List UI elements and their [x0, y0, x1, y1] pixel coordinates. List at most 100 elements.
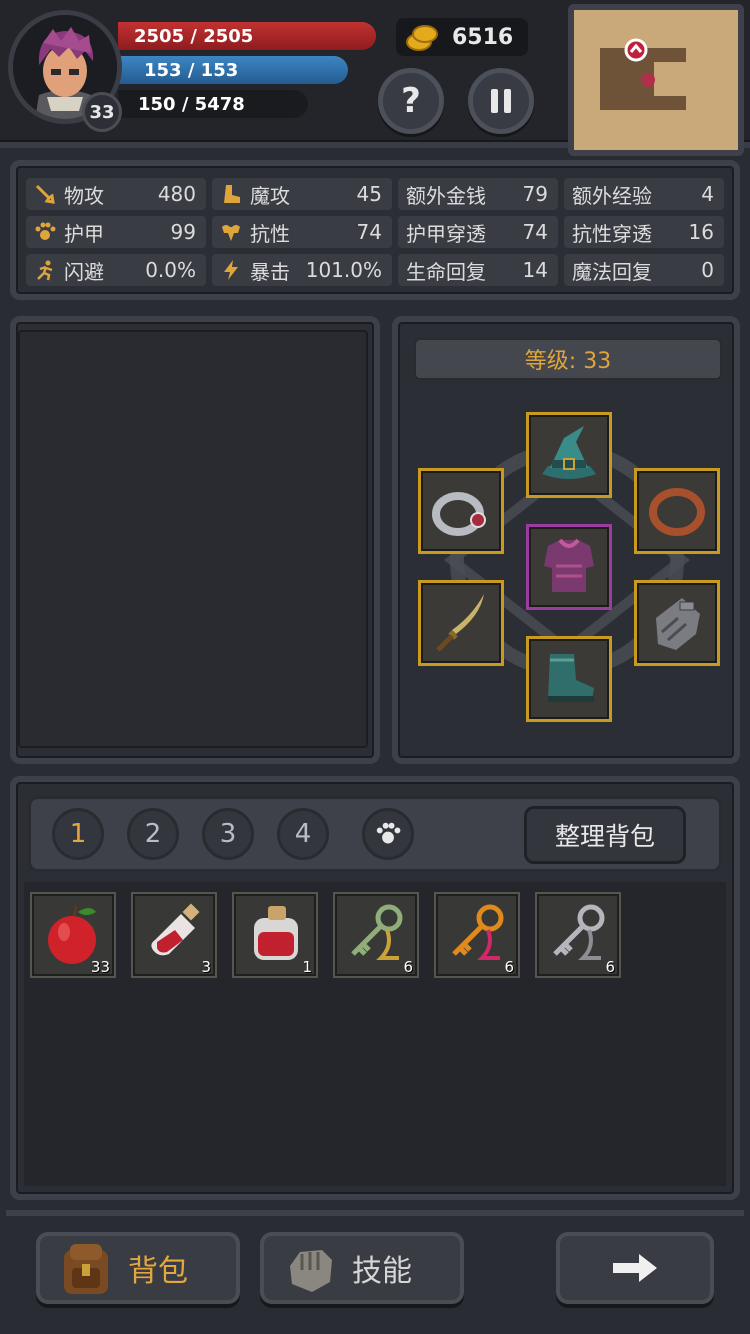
equipment-level-label: 等级: 33 — [414, 338, 722, 380]
stat-value: 45 — [356, 182, 382, 206]
lightning-icon — [224, 260, 238, 280]
backpack-icon — [64, 1244, 108, 1294]
copper-ring-icon — [649, 488, 705, 536]
stat-value: 74 — [522, 220, 548, 244]
bag-pet-tab-button[interactable] — [362, 808, 414, 860]
stat-value: 99 — [170, 220, 196, 244]
bag-button[interactable]: 背包 — [36, 1232, 240, 1304]
equip-slot-boots[interactable] — [526, 636, 612, 722]
fist-icon — [290, 1250, 332, 1292]
item-count: 6 — [504, 958, 514, 976]
potion-large-icon — [254, 906, 298, 960]
inventory-slot[interactable]: 6 — [535, 892, 621, 978]
page-label: 2 — [144, 819, 162, 849]
green-key-icon — [351, 904, 403, 960]
stat-label: 护甲穿透 — [406, 221, 486, 246]
equip-slot-chest[interactable] — [526, 524, 612, 610]
orange-key-icon — [452, 904, 504, 960]
skill-button-label: 技能 — [352, 1254, 412, 1289]
stat-physical-attack: 物攻 480 — [26, 178, 206, 210]
stat-mp-regen: 魔法回复 0 — [564, 254, 724, 286]
item-count: 3 — [201, 958, 211, 976]
paw-icon — [376, 822, 401, 844]
stat-crit: 暴击 101.0% — [212, 254, 392, 286]
item-count: 1 — [302, 958, 312, 976]
potion-small-icon — [151, 903, 200, 956]
sort-bag-button[interactable]: 整理背包 — [524, 806, 686, 864]
player-level-badge: 33 — [82, 92, 122, 132]
gold-coin-icon — [406, 25, 438, 51]
mp-text: 153 / 153 — [144, 59, 239, 81]
stat-value: 74 — [356, 220, 382, 244]
xp-bar: 150 / 5478 — [118, 90, 308, 118]
arrow-right-icon — [613, 1254, 657, 1282]
stat-magic-attack: 魔攻 45 — [212, 178, 392, 210]
equip-slot-weapon[interactable] — [418, 580, 504, 666]
boots-icon — [548, 654, 594, 702]
wizard-hat-icon — [542, 426, 596, 479]
pause-icon — [491, 89, 511, 113]
gauntlet-icon — [656, 598, 700, 650]
stat-hp-regen: 生命回复 14 — [398, 254, 558, 286]
stat-value: 79 — [522, 182, 548, 206]
stat-value: 101.0% — [305, 258, 382, 282]
stat-value: 4 — [701, 182, 714, 206]
stat-value: 16 — [688, 220, 714, 244]
page-label: 3 — [219, 819, 237, 849]
stat-resist-penetration: 抗性穿透 16 — [564, 216, 724, 248]
stat-armor-penetration: 护甲穿透 74 — [398, 216, 558, 248]
item-count: 6 — [403, 958, 413, 976]
silver-key-icon — [553, 904, 605, 960]
next-button[interactable] — [556, 1232, 714, 1304]
stat-value: 480 — [157, 182, 196, 206]
stat-label: 闪避 — [64, 259, 104, 284]
bag-page-1-button[interactable]: 1 — [52, 808, 104, 860]
page-label: 1 — [69, 819, 87, 849]
minimap-rooms-icon — [574, 10, 738, 150]
inventory-slot[interactable]: 6 — [333, 892, 419, 978]
stat-value: 0 — [701, 258, 714, 282]
stat-label: 暴击 — [250, 259, 290, 284]
magic-boot-icon — [224, 185, 240, 203]
character-preview-area — [18, 330, 368, 748]
page-label: 4 — [294, 819, 312, 849]
player-location-marker — [624, 38, 648, 62]
inventory-slot[interactable]: 3 — [131, 892, 217, 978]
equip-slot-ring-left[interactable] — [418, 468, 504, 554]
inventory-slot[interactable]: 1 — [232, 892, 318, 978]
stat-value: 0.0% — [145, 258, 196, 282]
stat-label: 抗性穿透 — [572, 221, 652, 246]
hp-text: 2505 / 2505 — [134, 25, 254, 47]
inventory-slot[interactable]: 6 — [434, 892, 520, 978]
stat-label: 魔攻 — [250, 183, 290, 208]
stat-label: 护甲 — [64, 221, 104, 246]
pause-button[interactable] — [468, 68, 534, 134]
minimap[interactable] — [568, 4, 744, 156]
equip-slot-gloves[interactable] — [634, 580, 720, 666]
help-label: ? — [401, 81, 421, 121]
xp-text: 150 / 5478 — [138, 93, 245, 115]
stat-label: 额外经验 — [572, 183, 652, 208]
mp-bar: 153 / 153 — [118, 56, 348, 84]
gold-counter: 6516 — [396, 18, 528, 56]
stat-value: 14 — [522, 258, 548, 282]
stat-dodge: 闪避 0.0% — [26, 254, 206, 286]
stat-label: 物攻 — [64, 183, 104, 208]
stat-label: 生命回复 — [406, 259, 486, 284]
sword-icon — [35, 184, 55, 204]
stat-extra-exp: 额外经验 4 — [564, 178, 724, 210]
curved-sword-icon — [436, 594, 484, 652]
bag-page-2-button[interactable]: 2 — [127, 808, 179, 860]
equip-slot-ring-right[interactable] — [634, 468, 720, 554]
silver-ring-icon — [432, 492, 486, 536]
bag-page-4-button[interactable]: 4 — [277, 808, 329, 860]
running-icon — [37, 260, 53, 281]
item-count: 6 — [605, 958, 615, 976]
gold-amount: 6516 — [452, 24, 514, 50]
inventory-slot[interactable]: 33 — [30, 892, 116, 978]
help-button[interactable]: ? — [378, 68, 444, 134]
stat-extra-gold: 额外金钱 79 — [398, 178, 558, 210]
skill-button[interactable]: 技能 — [260, 1232, 464, 1304]
equip-slot-hat[interactable] — [526, 412, 612, 498]
bag-page-3-button[interactable]: 3 — [202, 808, 254, 860]
